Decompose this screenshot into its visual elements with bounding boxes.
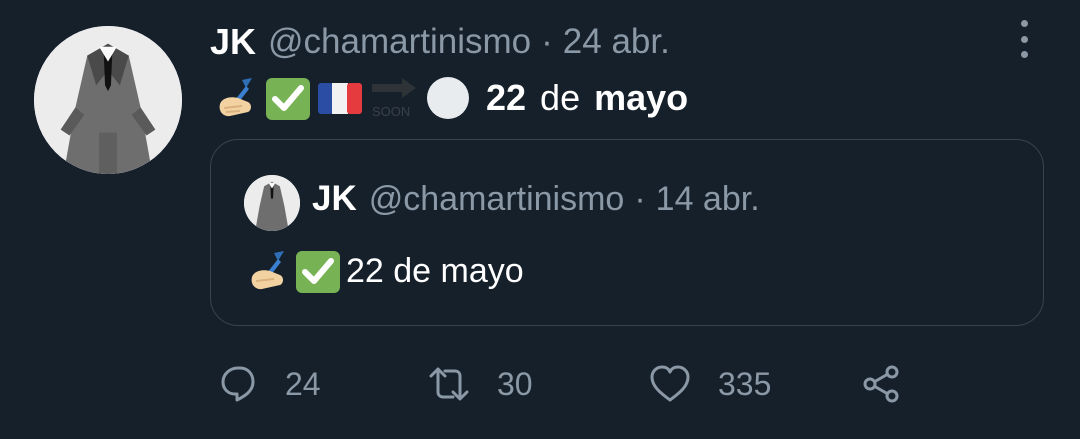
check-mark-icon xyxy=(266,78,310,120)
retweet-icon xyxy=(429,367,469,401)
reply-button[interactable]: 24 xyxy=(215,358,321,410)
separator: · xyxy=(541,22,553,61)
retweet-count: 30 xyxy=(497,365,533,402)
more-options-icon[interactable] xyxy=(1010,20,1038,58)
like-count: 335 xyxy=(718,365,772,402)
svg-text:SOON: SOON xyxy=(372,104,410,119)
quoted-separator: · xyxy=(634,179,646,218)
retweet-button[interactable]: 30 xyxy=(427,358,533,410)
quoted-tweet-header: JK @chamartinismo · 14 abr. xyxy=(312,178,760,220)
quoted-author-name[interactable]: JK xyxy=(312,179,357,219)
share-button[interactable] xyxy=(860,358,904,410)
check-mark-icon xyxy=(296,251,340,293)
tweet-text-de: de xyxy=(540,77,581,118)
avatar-image xyxy=(34,26,182,174)
quoted-author-handle[interactable]: @chamartinismo xyxy=(369,180,625,219)
quoted-tweet-text: 22 de mayo xyxy=(244,246,524,296)
quoted-avatar[interactable] xyxy=(244,175,300,231)
white-circle-icon xyxy=(427,77,469,119)
tweet-actions: 24 30 335 xyxy=(215,358,1015,410)
writing-hand-icon xyxy=(219,78,252,117)
tweet-text-day: 22 xyxy=(486,77,527,118)
quoted-tweet-text-content: 22 de mayo xyxy=(346,251,524,290)
quoted-avatar-image xyxy=(244,175,300,231)
quoted-tweet-date[interactable]: 14 abr. xyxy=(656,180,760,219)
reply-count: 24 xyxy=(285,365,321,402)
author-name[interactable]: JK xyxy=(210,21,256,63)
tweet-text: SOON 22 de mayo xyxy=(212,72,688,124)
tweet-text-month: mayo xyxy=(594,77,689,118)
tweet-date[interactable]: 24 abr. xyxy=(563,22,670,62)
share-icon xyxy=(863,365,899,403)
like-icon xyxy=(650,365,690,402)
like-button[interactable]: 335 xyxy=(648,358,771,410)
writing-hand-icon xyxy=(251,251,284,290)
soon-arrow-icon: SOON xyxy=(372,78,416,119)
tweet-header: JK @chamartinismo · 24 abr. xyxy=(210,21,670,63)
quoted-tweet-card[interactable] xyxy=(210,139,1044,326)
france-flag-icon xyxy=(318,83,362,114)
avatar[interactable] xyxy=(34,26,182,174)
author-handle[interactable]: @chamartinismo xyxy=(268,22,531,62)
reply-icon xyxy=(221,366,255,402)
